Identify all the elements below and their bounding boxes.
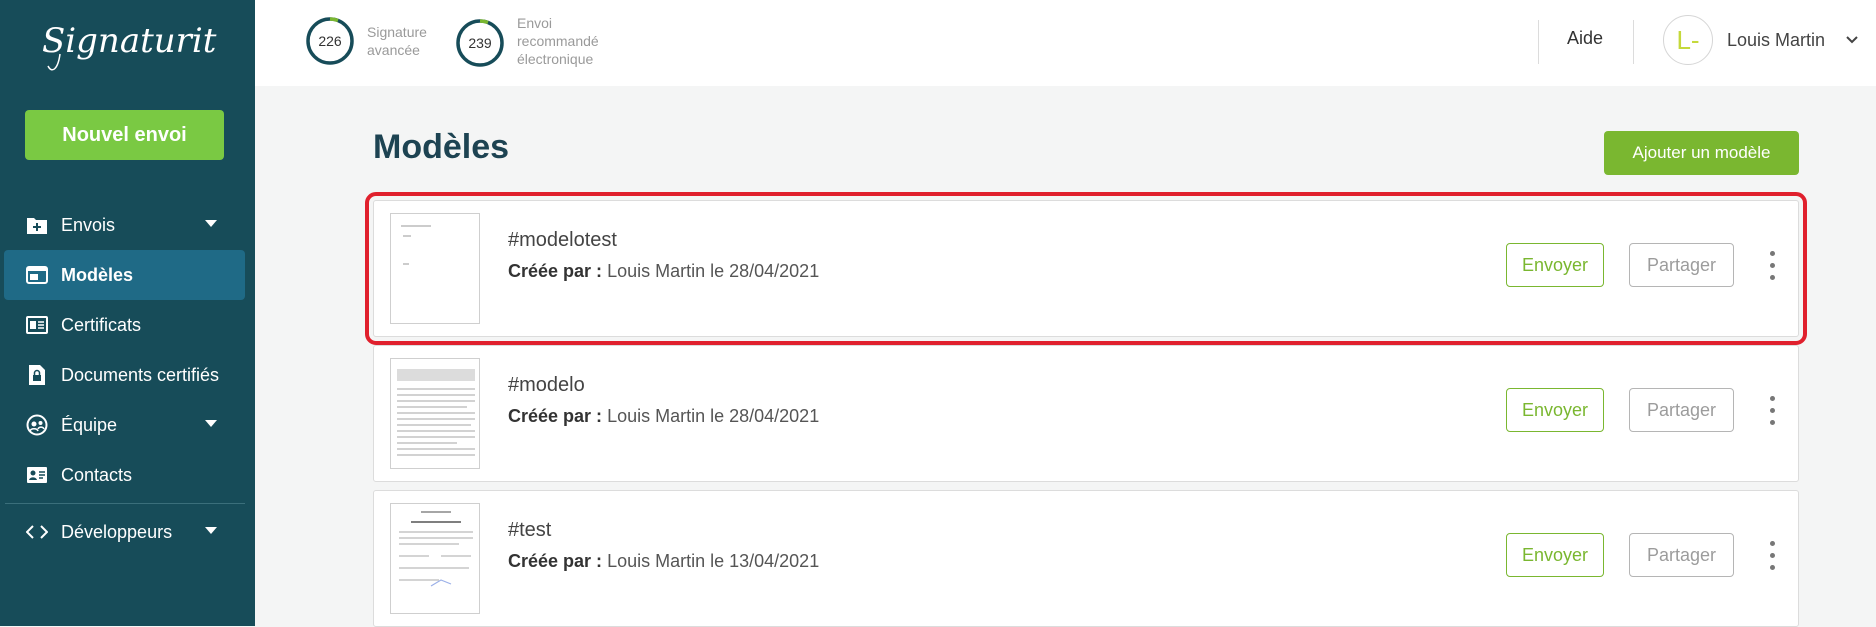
template-card[interactable]: #test Créée par : Louis Martin le 13/04/…: [373, 490, 1799, 627]
sidebar-item-label: Documents certifiés: [61, 364, 220, 385]
created-by-label: Créée par :: [508, 551, 603, 571]
counter-value: 239: [468, 35, 492, 51]
more-options-icon[interactable]: [1764, 537, 1780, 573]
folder-plus-icon: [25, 213, 49, 237]
signaturit-logo[interactable]: Signaturit: [40, 14, 220, 74]
header-divider: [1633, 20, 1634, 64]
counter-envoi-recommande[interactable]: 239 Envoi recommandé électronique: [455, 15, 617, 70]
template-card[interactable]: #modelotest Créée par : Louis Martin le …: [365, 192, 1807, 345]
sidebar-item-envois[interactable]: Envois: [0, 200, 255, 250]
sidebar-item-label: Contacts: [61, 464, 133, 485]
counter-label: Envoi recommandé électronique: [517, 15, 599, 67]
template-card[interactable]: #modelo Créée par : Louis Martin le 28/0…: [373, 345, 1799, 482]
code-icon: [25, 520, 49, 544]
sidebar: Signaturit Nouvel envoi Envois Modèles C…: [0, 0, 255, 626]
sidebar-item-modeles[interactable]: Modèles: [4, 250, 245, 300]
avatar: L-: [1663, 15, 1713, 65]
template-name: #modelotest: [508, 229, 617, 251]
add-template-button[interactable]: Ajouter un modèle: [1604, 131, 1799, 175]
sidebar-item-equipe[interactable]: Équipe: [0, 400, 255, 450]
certificate-icon: [25, 313, 49, 337]
contact-card-icon: [25, 463, 49, 487]
user-menu[interactable]: L- Louis Martin: [1663, 15, 1859, 65]
sidebar-item-label: Équipe: [61, 414, 118, 435]
counter-signature-avancee[interactable]: 226 Signature avancée: [305, 16, 467, 66]
chevron-down-icon: [205, 527, 217, 534]
team-icon: [25, 413, 49, 437]
new-send-button[interactable]: Nouvel envoi: [25, 110, 224, 160]
chevron-down-icon: [1846, 36, 1858, 44]
counter-label: Signature avancée: [367, 24, 427, 58]
template-name: #test: [508, 519, 552, 541]
document-thumbnail[interactable]: [390, 358, 480, 469]
more-options-icon[interactable]: [1764, 247, 1780, 283]
share-button[interactable]: Partager: [1629, 243, 1734, 287]
send-button[interactable]: Envoyer: [1506, 388, 1604, 432]
progress-ring: 239: [455, 18, 505, 68]
template-meta: Créée par : Louis Martin le 28/04/2021: [508, 261, 819, 282]
template-meta-value: Louis Martin le 28/04/2021: [607, 261, 820, 281]
template-icon: [25, 263, 49, 287]
sidebar-nav: Envois Modèles Certificats Documents cer…: [0, 200, 255, 557]
send-button[interactable]: Envoyer: [1506, 533, 1604, 577]
created-by-label: Créée par :: [508, 261, 603, 281]
more-options-icon[interactable]: [1764, 392, 1780, 428]
page-title: Modèles: [373, 128, 510, 166]
created-by-label: Créée par :: [508, 406, 603, 426]
sidebar-item-label: Envois: [61, 214, 116, 235]
template-meta-value: Louis Martin le 13/04/2021: [607, 551, 820, 571]
share-button[interactable]: Partager: [1629, 388, 1734, 432]
template-meta: Créée par : Louis Martin le 28/04/2021: [508, 406, 819, 427]
share-button[interactable]: Partager: [1629, 533, 1734, 577]
header-divider: [1538, 20, 1539, 64]
template-meta-value: Louis Martin le 28/04/2021: [607, 406, 820, 426]
lock-document-icon: [25, 363, 49, 387]
sidebar-item-contacts[interactable]: Contacts: [0, 450, 255, 500]
sidebar-item-label: Certificats: [61, 314, 142, 335]
counter-value: 226: [318, 33, 342, 49]
svg-text:Signaturit: Signaturit: [42, 21, 217, 61]
user-name: Louis Martin: [1727, 29, 1826, 50]
template-meta: Créée par : Louis Martin le 13/04/2021: [508, 551, 819, 572]
sidebar-item-label: Développeurs: [61, 521, 173, 542]
progress-ring: 226: [305, 16, 355, 66]
help-link[interactable]: Aide: [1567, 28, 1603, 49]
sidebar-item-label: Modèles: [61, 264, 134, 285]
chevron-down-icon: [205, 220, 217, 227]
top-bar: 226 Signature avancée 239 Envoi recomman…: [255, 0, 1876, 86]
document-thumbnail[interactable]: [390, 213, 480, 324]
send-button[interactable]: Envoyer: [1506, 243, 1604, 287]
template-name: #modelo: [508, 374, 585, 396]
document-thumbnail[interactable]: [390, 503, 480, 614]
sidebar-divider: [5, 503, 245, 504]
sidebar-item-certificats[interactable]: Certificats: [0, 300, 255, 350]
sidebar-item-documents-certifies[interactable]: Documents certifiés: [0, 350, 255, 400]
sidebar-item-developpeurs[interactable]: Développeurs: [0, 507, 255, 557]
chevron-down-icon: [205, 420, 217, 427]
